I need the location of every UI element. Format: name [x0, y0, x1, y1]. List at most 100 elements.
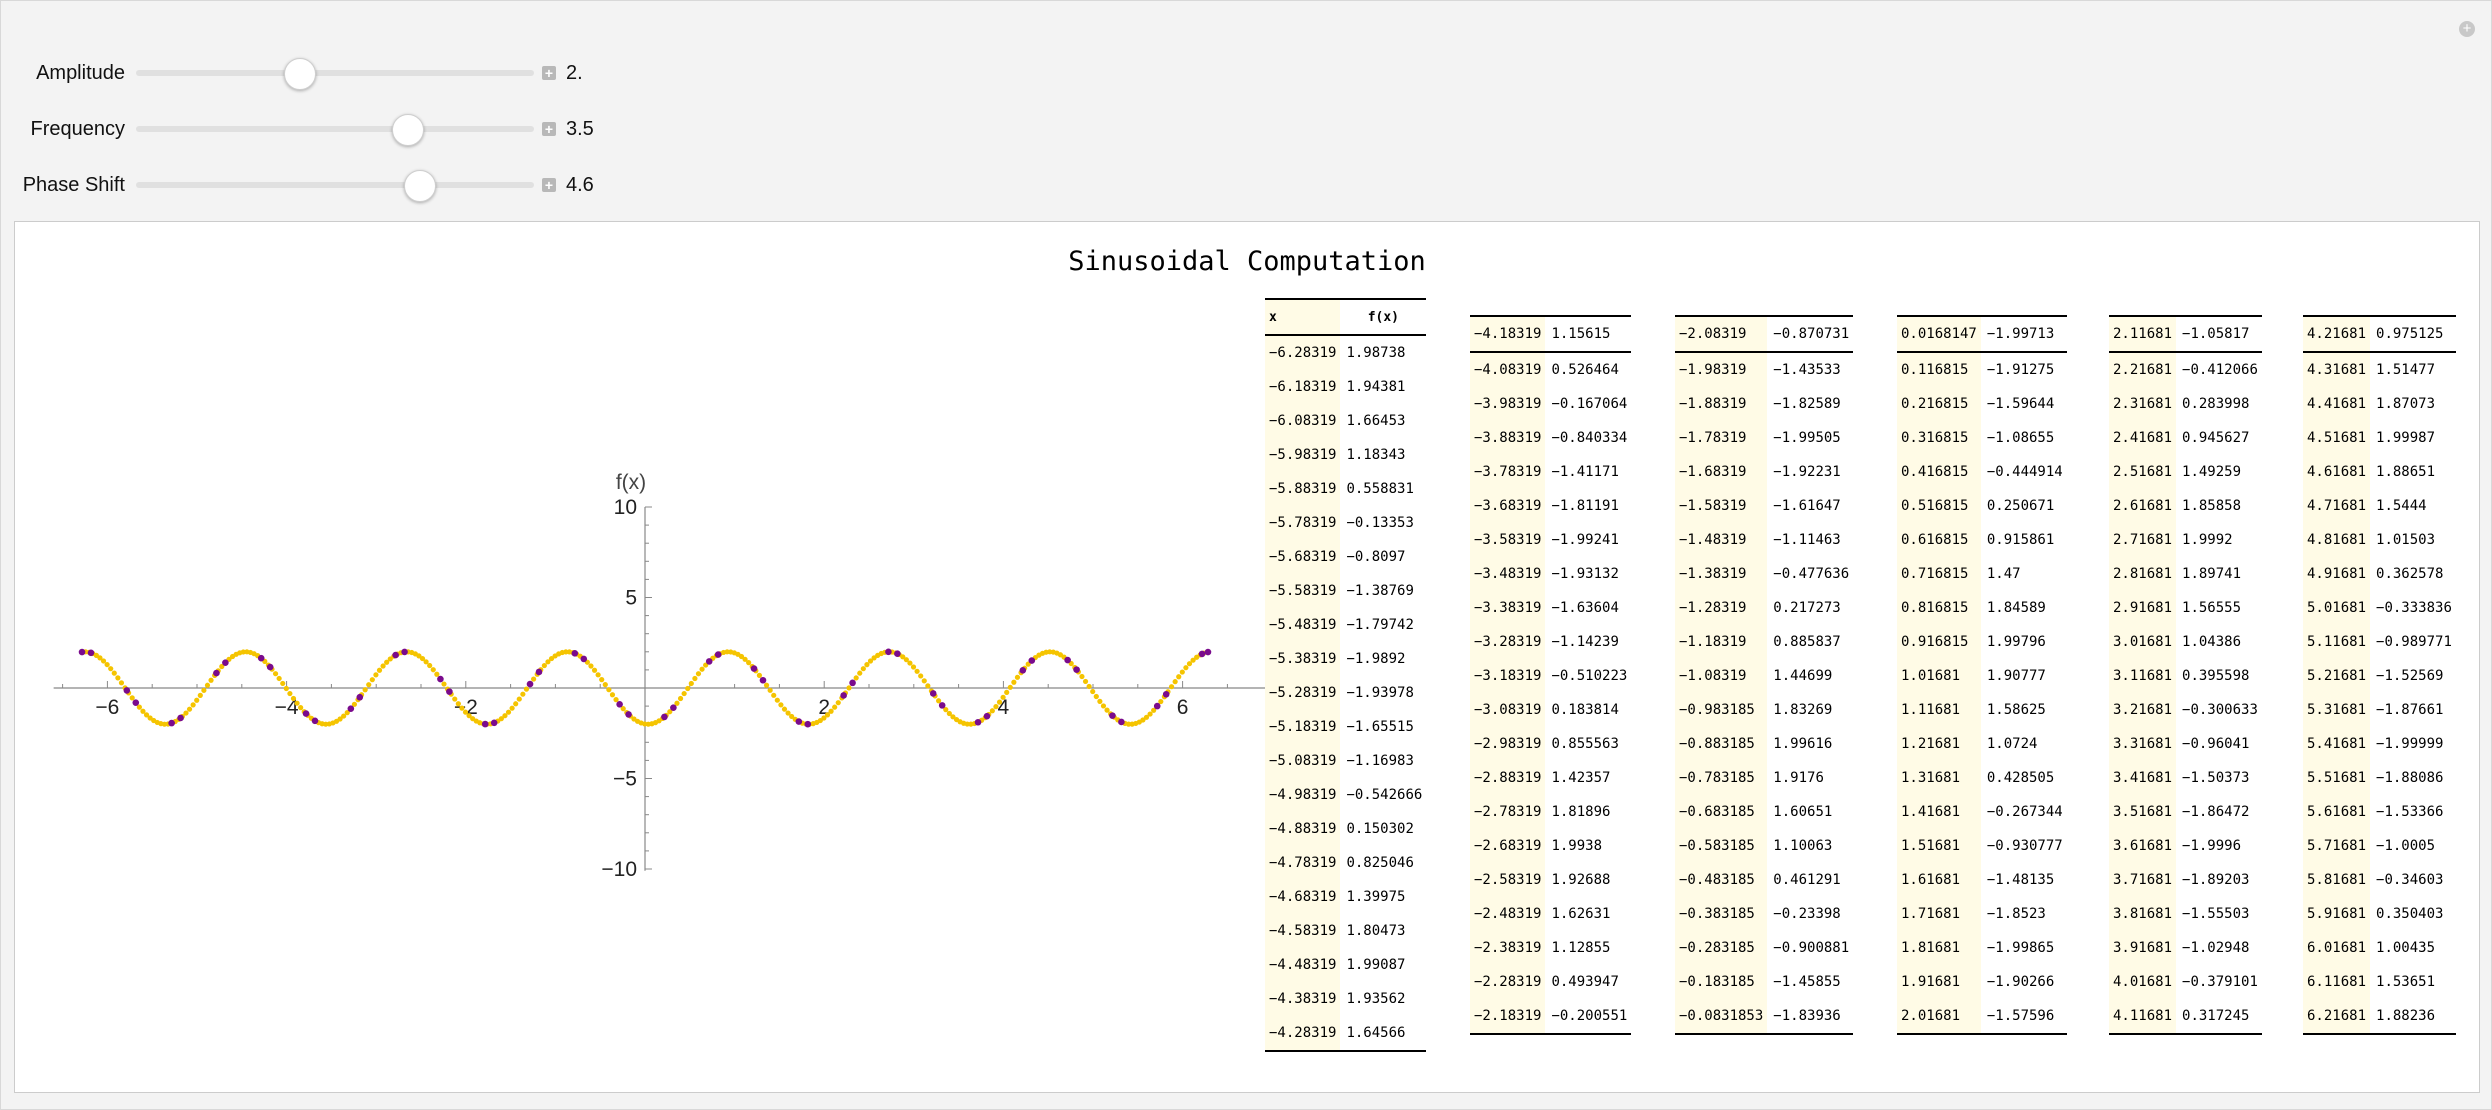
x-cell: 2.41681: [2109, 421, 2177, 455]
frequency-control: Frequency + 3.5: [1, 109, 701, 149]
table-row: 0.316815 −1.08655: [1897, 421, 2067, 455]
amplitude-expand-icon[interactable]: +: [542, 66, 556, 80]
fx-cell: 1.88651: [2376, 464, 2436, 480]
x-cell: −3.48319: [1470, 557, 1546, 591]
table-row: −4.48319 1.99087: [1265, 948, 1426, 982]
phase-shift-slider-handle[interactable]: [403, 170, 436, 202]
sample-point: [983, 712, 991, 720]
phase-shift-expand-icon[interactable]: +: [542, 178, 556, 192]
fx-cell: −1.99999: [2376, 736, 2444, 752]
table-row: 0.816815 1.84589: [1897, 591, 2067, 625]
table-row: −3.88319 −0.840334: [1470, 421, 1631, 455]
table-row: −0.0831853 −1.83936: [1675, 999, 1854, 1034]
frequency-label: Frequency: [30, 118, 126, 140]
table-row: −0.583185 1.10063: [1675, 829, 1853, 863]
table-row: −2.68319 1.9938: [1470, 829, 1631, 863]
x-cell: −0.383185: [1675, 897, 1768, 931]
sample-point: [213, 669, 220, 677]
fx-cell: −1.16983: [1346, 753, 1414, 769]
x-cell: 0.0168147: [1897, 316, 1981, 352]
fx-cell: 1.92688: [1551, 872, 1611, 888]
curve-dot: [197, 692, 203, 698]
curve-dot: [452, 696, 458, 702]
x-cell: 5.51681: [2303, 761, 2371, 795]
x-cell: −1.78319: [1675, 421, 1768, 455]
x-cell: 0.716815: [1897, 557, 1981, 591]
amplitude-slider-handle[interactable]: [284, 58, 317, 90]
curve-dot: [373, 672, 379, 678]
x-cell: 3.41681: [2109, 761, 2177, 795]
table-row: −4.58319 1.80473: [1265, 914, 1426, 948]
phase-shift-slider[interactable]: [136, 182, 534, 188]
x-cell: −0.783185: [1675, 761, 1768, 795]
curve-dot: [208, 677, 214, 683]
x-cell: −1.98319: [1675, 352, 1768, 387]
fx-cell: −0.167064: [1551, 396, 1628, 412]
amplitude-slider[interactable]: [136, 70, 534, 76]
fx-cell: 1.60651: [1773, 804, 1833, 820]
fx-cell: −1.43533: [1773, 362, 1841, 378]
table-row: 0.116815 −1.91275: [1897, 352, 2067, 387]
curve-dot: [366, 682, 372, 688]
frequency-slider-handle[interactable]: [391, 114, 424, 146]
x-cell: −5.98319: [1265, 438, 1341, 472]
x-cell: 5.11681: [2303, 625, 2371, 659]
table-row: −5.28319 −1.93978: [1265, 676, 1426, 710]
x-cell: −2.78319: [1470, 795, 1546, 829]
x-cell: −5.78319: [1265, 506, 1341, 540]
fx-cell: −1.41171: [1551, 464, 1619, 480]
curve-dot: [774, 697, 780, 703]
frequency-slider[interactable]: [136, 126, 534, 132]
table-row: −5.08319 −1.16983: [1265, 744, 1426, 778]
fx-cell: −1.99713: [1986, 326, 2055, 342]
table-row: 2.11681 −1.05817: [2109, 316, 2262, 352]
table-row: −4.38319 1.93562: [1265, 982, 1426, 1016]
fx-cell: −0.13353: [1346, 515, 1414, 531]
x-cell: −1.88319: [1675, 387, 1768, 421]
curve-dot: [996, 699, 1003, 705]
fx-cell: −0.510223: [1551, 668, 1628, 684]
add-icon[interactable]: +: [2459, 21, 2475, 37]
table-row: −5.68319 −0.8097: [1265, 540, 1426, 574]
curve-dot: [129, 695, 135, 701]
y-tick-label: −10: [601, 858, 637, 881]
x-cell: 2.61681: [2109, 489, 2177, 523]
curve-dot: [1082, 678, 1089, 685]
fx-cell: −1.63604: [1551, 600, 1619, 616]
x-cell: 1.71681: [1897, 897, 1981, 931]
curve-dot: [1104, 707, 1110, 713]
curve-dot: [595, 672, 601, 678]
x-cell: −4.78319: [1265, 846, 1341, 880]
fx-cell: −1.79742: [1346, 617, 1414, 633]
sample-point: [1198, 650, 1206, 658]
fx-cell: 0.428505: [1986, 770, 2055, 786]
fx-cell: −1.59644: [1986, 396, 2055, 412]
fx-cell: 0.283998: [2182, 396, 2250, 412]
curve-dot: [190, 702, 196, 708]
fx-cell: 1.99987: [2376, 430, 2436, 446]
phase-shift-value: 4.6: [566, 174, 594, 196]
table-row: 2.01681 −1.57596: [1897, 999, 2067, 1034]
sample-point: [347, 705, 355, 712]
fx-cell: −1.81191: [1551, 498, 1619, 514]
table-row: −4.88319 0.150302: [1265, 812, 1426, 846]
sample-point: [1064, 656, 1071, 664]
curve-dot: [1090, 688, 1096, 695]
fx-cell: −1.88086: [2376, 770, 2444, 786]
sample-point: [490, 719, 498, 727]
fx-cell: −0.300633: [2182, 702, 2258, 718]
table-row: −5.98319 1.18343: [1265, 438, 1426, 472]
y-tick-label: 10: [614, 496, 637, 519]
x-cell: 2.71681: [2109, 523, 2177, 557]
fx-cell: 0.885837: [1773, 634, 1841, 650]
table-row: −3.78319 −1.41171: [1470, 455, 1631, 489]
fx-cell: 0.250671: [1986, 498, 2055, 514]
table-row: −5.58319 −1.38769: [1265, 574, 1426, 608]
table-row: −2.78319 1.81896: [1470, 795, 1631, 829]
fx-cell: −0.900881: [1773, 940, 1850, 956]
sample-point: [714, 651, 722, 658]
x-cell: −4.58319: [1265, 914, 1341, 948]
fx-cell: 0.150302: [1346, 821, 1414, 837]
x-cell: −4.88319: [1265, 812, 1341, 846]
frequency-expand-icon[interactable]: +: [542, 122, 556, 136]
